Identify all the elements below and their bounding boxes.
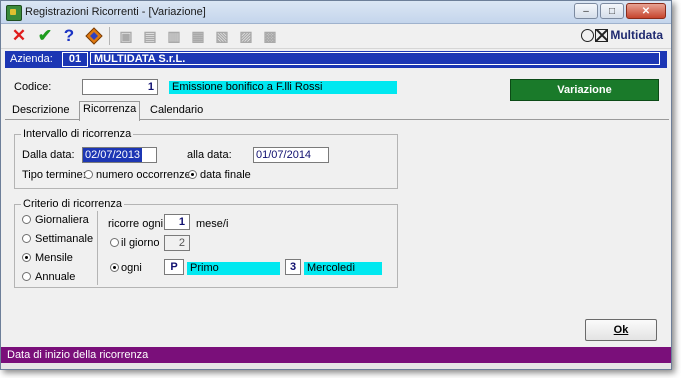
- new-doc-icon[interactable]: ▤: [140, 26, 160, 46]
- window-title: Registrazioni Ricorrenti - [Variazione]: [25, 6, 206, 18]
- radio-mensile[interactable]: [22, 253, 31, 262]
- alla-data-label: alla data:: [187, 149, 232, 161]
- app-icon: [6, 5, 22, 21]
- dalla-data-label: Dalla data:: [22, 149, 75, 161]
- azienda-bar: Azienda: 01 MULTIDATA S.r.L.: [5, 51, 667, 68]
- bottom-strip: [1, 363, 671, 369]
- annuale-label: Annuale: [35, 271, 76, 283]
- codice-description: Emissione bonifico a F.lli Rossi: [169, 81, 397, 94]
- ricorre-ogni-label: ricorre ogni: [108, 218, 164, 230]
- maximize-button[interactable]: □: [600, 3, 624, 19]
- ogni-day-description: Mercoledì: [304, 262, 382, 275]
- ogni-day-input[interactable]: 3: [285, 259, 301, 275]
- binoculars-icon[interactable]: ▣: [116, 26, 136, 46]
- tab-descrizione-label: Descrizione: [12, 104, 70, 116]
- criterio-divider: [97, 211, 98, 285]
- ogni-description: Primo: [187, 262, 280, 275]
- ogni-code-input[interactable]: P: [164, 259, 184, 275]
- logo-box-icon: [595, 28, 609, 42]
- diamond-icon[interactable]: [84, 26, 104, 46]
- close-button[interactable]: ✕: [626, 3, 666, 19]
- radio-giornaliera[interactable]: [22, 215, 31, 224]
- il-giorno-input[interactable]: 2: [164, 235, 190, 251]
- title-bar[interactable]: Registrazioni Ricorrenti - [Variazione] …: [1, 1, 671, 24]
- copy-doc-icon[interactable]: ▥: [164, 26, 184, 46]
- criterio-title: Criterio di ricorrenza: [21, 198, 125, 210]
- radio-il-giorno[interactable]: [110, 238, 119, 247]
- radio-settimanale[interactable]: [22, 234, 31, 243]
- help-icon[interactable]: ?: [59, 26, 79, 46]
- confirm-icon[interactable]: ✔: [35, 26, 55, 46]
- azienda-label: Azienda:: [10, 53, 53, 65]
- alla-data-input[interactable]: 01/07/2014: [253, 147, 329, 163]
- il-giorno-label: il giorno: [121, 237, 160, 249]
- radio-ogni[interactable]: [110, 263, 119, 272]
- numero-occorrenze-label: numero occorrenze: [96, 169, 191, 181]
- radio-annuale[interactable]: [22, 272, 31, 281]
- tab-descrizione[interactable]: Descrizione: [9, 103, 72, 119]
- minimize-button[interactable]: –: [574, 3, 598, 19]
- radio-data-finale[interactable]: [188, 170, 197, 179]
- ok-button-label: Ok: [613, 324, 629, 336]
- clipboard-icon[interactable]: ▨: [236, 26, 256, 46]
- status-bar: Data di inizio della ricorrenza: [1, 347, 671, 363]
- ok-button[interactable]: Ok: [585, 319, 657, 341]
- tipo-termine-label: Tipo termine:: [22, 169, 86, 181]
- azienda-name: MULTIDATA S.r.L.: [90, 52, 660, 65]
- tab-ricorrenza-label: Ricorrenza: [83, 103, 137, 115]
- toolbar: ✕ ✔ ? ▣ ▤ ▥ ▦ ▧ ▨ ▩ Multidata: [1, 24, 671, 49]
- settimanale-label: Settimanale: [35, 233, 94, 245]
- tab-calendario[interactable]: Calendario: [147, 103, 206, 119]
- multidata-logo: Multidata: [581, 28, 663, 42]
- edit-icon[interactable]: ▩: [260, 26, 280, 46]
- data-finale-label: data finale: [200, 169, 251, 181]
- cancel-icon[interactable]: ✕: [9, 26, 29, 46]
- paste-icon[interactable]: ▧: [212, 26, 232, 46]
- intervallo-title: Intervallo di ricorrenza: [21, 128, 134, 140]
- radio-numero-occorrenze[interactable]: [84, 170, 93, 179]
- mensile-label: Mensile: [35, 252, 73, 264]
- window-controls: – □ ✕: [574, 3, 666, 19]
- tab-ricorrenza[interactable]: Ricorrenza: [79, 101, 141, 121]
- cut-icon[interactable]: ▦: [188, 26, 208, 46]
- ricorre-ogni-input[interactable]: 1: [164, 214, 190, 230]
- azienda-code: 01: [62, 52, 88, 67]
- mode-status-button: Variazione: [510, 79, 659, 101]
- dalla-data-input[interactable]: 02/07/2013: [82, 147, 157, 163]
- tab-calendario-label: Calendario: [150, 104, 204, 116]
- logo-text: Multidata: [610, 28, 663, 42]
- logo-circle-icon: [581, 28, 595, 42]
- giornaliera-label: Giornaliera: [35, 214, 89, 226]
- codice-input[interactable]: 1: [82, 79, 158, 95]
- toolbar-separator: [109, 27, 110, 45]
- codice-label: Codice:: [14, 81, 52, 93]
- main-window: Registrazioni Ricorrenti - [Variazione] …: [0, 0, 672, 370]
- ogni-label: ogni: [121, 262, 142, 274]
- dalla-data-value: 02/07/2013: [83, 148, 143, 162]
- mesi-label: mese/i: [196, 218, 229, 230]
